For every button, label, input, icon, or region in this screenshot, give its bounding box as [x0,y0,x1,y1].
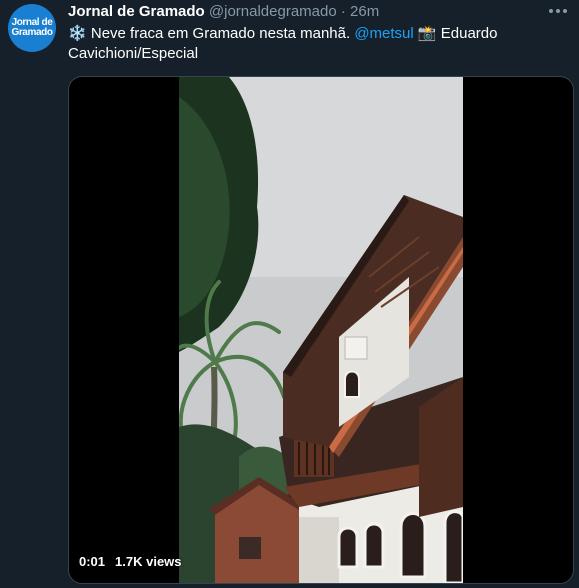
tweet-text: ❄️ Neve fraca em Gramado nesta manhã. @m… [68,24,548,64]
video-stats: 0:01 1.7K views [79,554,192,569]
mention-link[interactable]: @metsul [354,25,413,42]
camera-flash-icon: 📸 [413,25,441,42]
tweet-header: Jornal de Gramado @jornaldegramado · 26m [68,3,379,20]
tweet-text-part-1: Neve fraca em Gramado nesta manhã. [86,25,355,42]
timestamp[interactable]: 26m [350,3,379,20]
snowflake-icon: ❄️ [68,25,87,42]
video-player[interactable]: 0:01 1.7K views [68,76,574,584]
avatar[interactable]: Jornal de Gramado [8,4,56,52]
more-options-icon[interactable] [545,0,571,22]
video-view-count: 1.7K views [115,554,182,569]
video-frame [179,77,463,583]
display-name[interactable]: Jornal de Gramado [68,3,205,20]
separator: · [340,3,346,20]
user-handle[interactable]: @jornaldegramado [209,3,337,20]
video-elapsed-time: 0:01 [79,554,106,569]
tweet[interactable]: Jornal de Gramado Jornal de Gramado @jor… [0,0,579,588]
avatar-text-line2: Gramado [11,27,53,38]
